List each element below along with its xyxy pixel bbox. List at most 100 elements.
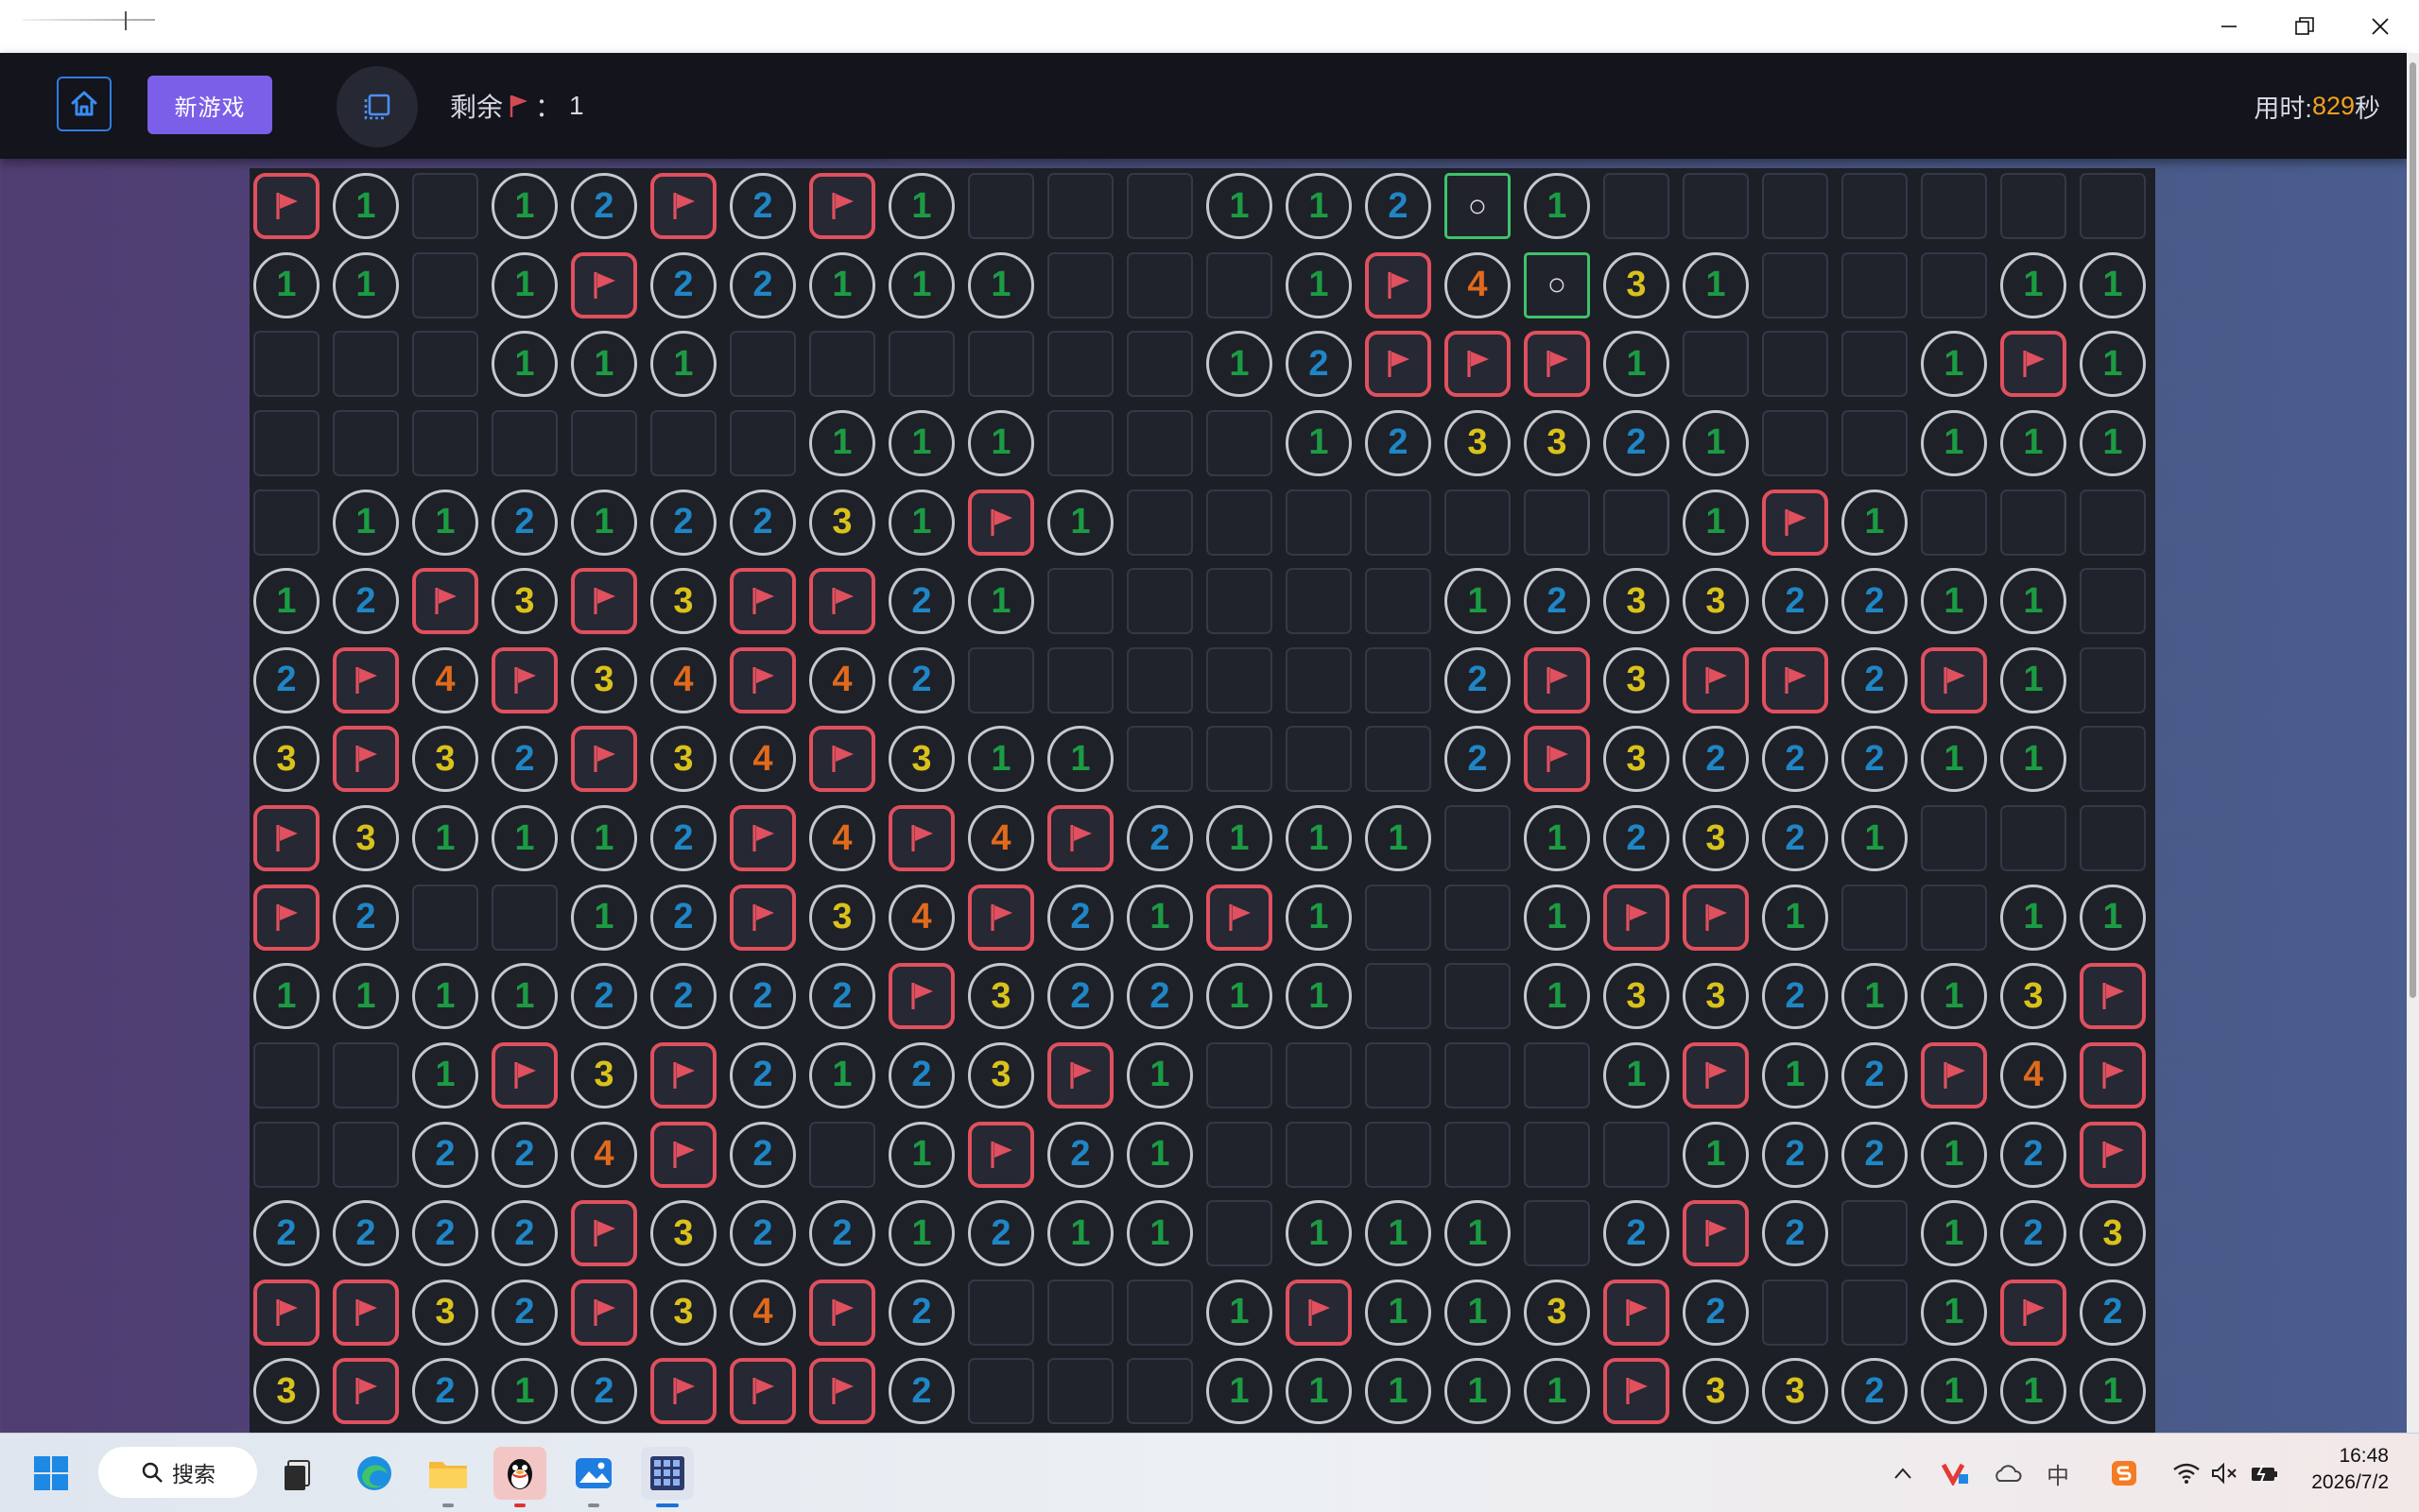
flagged-cell[interactable]	[1603, 1279, 1669, 1346]
number-cell[interactable]: 1	[492, 963, 558, 1030]
empty-cell[interactable]	[1206, 1041, 1272, 1108]
empty-cell[interactable]	[1206, 489, 1272, 556]
number-cell[interactable]: 3	[492, 568, 558, 635]
flagged-cell[interactable]	[1921, 646, 1987, 713]
empty-cell[interactable]	[1683, 173, 1749, 239]
number-cell[interactable]: 1	[1127, 884, 1193, 951]
flagged-cell[interactable]	[650, 1358, 717, 1425]
empty-cell[interactable]	[253, 1041, 320, 1108]
empty-cell[interactable]	[333, 1121, 399, 1188]
number-cell[interactable]: 2	[571, 173, 637, 239]
number-cell[interactable]: 1	[1286, 963, 1352, 1030]
number-cell[interactable]: 1	[1524, 805, 1590, 871]
number-cell[interactable]: 1	[1524, 963, 1590, 1030]
number-cell[interactable]: 4	[571, 1121, 637, 1188]
number-cell[interactable]: 1	[1683, 489, 1749, 556]
empty-cell[interactable]	[1365, 489, 1431, 556]
number-cell[interactable]: 3	[968, 963, 1034, 1030]
empty-cell[interactable]	[1047, 409, 1114, 476]
number-cell[interactable]: 1	[253, 251, 320, 318]
flagged-cell[interactable]	[1603, 1358, 1669, 1425]
number-cell[interactable]: 1	[2080, 1358, 2146, 1425]
number-cell[interactable]: 2	[730, 1121, 796, 1188]
volume-tray-icon[interactable]	[2208, 1454, 2240, 1492]
number-cell[interactable]: 3	[412, 726, 478, 793]
number-cell[interactable]: 3	[2000, 963, 2066, 1030]
number-cell[interactable]: 4	[889, 884, 955, 951]
number-cell[interactable]: 3	[809, 489, 875, 556]
number-cell[interactable]: 2	[730, 489, 796, 556]
number-cell[interactable]: 1	[412, 1041, 478, 1108]
number-cell[interactable]: 3	[1603, 726, 1669, 793]
input-method-tray-icon[interactable]: 中	[2042, 1454, 2074, 1492]
empty-cell[interactable]	[2080, 646, 2146, 713]
number-cell[interactable]: 2	[1762, 568, 1828, 635]
number-cell[interactable]: 1	[1683, 409, 1749, 476]
number-cell[interactable]: 4	[968, 805, 1034, 871]
empty-cell[interactable]	[1524, 489, 1590, 556]
empty-cell[interactable]	[1127, 409, 1193, 476]
flagged-cell[interactable]	[809, 726, 875, 793]
number-cell[interactable]: 1	[1921, 331, 1987, 398]
flagged-cell[interactable]	[253, 1279, 320, 1346]
number-cell[interactable]: 1	[2000, 251, 2066, 318]
number-cell[interactable]: 1	[1524, 173, 1590, 239]
flagged-cell[interactable]	[1683, 1041, 1749, 1108]
empty-cell[interactable]	[253, 489, 320, 556]
flagged-cell[interactable]	[730, 1358, 796, 1425]
empty-cell[interactable]	[1286, 1121, 1352, 1188]
number-cell[interactable]: 3	[889, 726, 955, 793]
number-cell[interactable]: 1	[968, 251, 1034, 318]
number-cell[interactable]: 1	[1921, 726, 1987, 793]
number-cell[interactable]: 1	[571, 331, 637, 398]
minimize-button[interactable]	[2191, 0, 2267, 53]
number-cell[interactable]: 2	[1047, 884, 1114, 951]
number-cell[interactable]: 1	[1841, 805, 1908, 871]
number-cell[interactable]: 4	[809, 646, 875, 713]
flagged-cell[interactable]	[2080, 963, 2146, 1030]
number-cell[interactable]: 1	[1524, 884, 1590, 951]
flagged-cell[interactable]	[730, 568, 796, 635]
empty-cell[interactable]	[1365, 884, 1431, 951]
empty-cell[interactable]	[1047, 1279, 1114, 1346]
number-cell[interactable]: 1	[1286, 251, 1352, 318]
empty-cell[interactable]	[809, 331, 875, 398]
empty-cell[interactable]	[1127, 1279, 1193, 1346]
start-button[interactable]	[25, 1447, 78, 1500]
number-cell[interactable]: 4	[730, 726, 796, 793]
number-cell[interactable]: 1	[253, 568, 320, 635]
number-cell[interactable]: 1	[889, 1121, 955, 1188]
number-cell[interactable]: 3	[1762, 1358, 1828, 1425]
empty-cell[interactable]	[1762, 1279, 1828, 1346]
empty-cell[interactable]	[968, 1279, 1034, 1346]
number-cell[interactable]: 3	[1683, 568, 1749, 635]
empty-cell[interactable]	[412, 884, 478, 951]
number-cell[interactable]: 2	[730, 173, 796, 239]
flagged-cell[interactable]	[333, 1358, 399, 1425]
empty-cell[interactable]	[1206, 409, 1272, 476]
empty-cell[interactable]	[1841, 884, 1908, 951]
number-cell[interactable]: 2	[492, 1279, 558, 1346]
number-cell[interactable]: 2	[1603, 805, 1669, 871]
empty-cell[interactable]	[1921, 805, 1987, 871]
number-cell[interactable]: 1	[889, 409, 955, 476]
empty-cell[interactable]	[1603, 173, 1669, 239]
number-cell[interactable]: 1	[2000, 1358, 2066, 1425]
number-cell[interactable]: 1	[1206, 963, 1272, 1030]
number-cell[interactable]: 1	[1683, 251, 1749, 318]
empty-cell[interactable]	[333, 1041, 399, 1108]
empty-cell[interactable]	[1444, 963, 1511, 1030]
number-cell[interactable]: 1	[1444, 1200, 1511, 1267]
number-cell[interactable]: 2	[2000, 1200, 2066, 1267]
empty-cell[interactable]	[2000, 805, 2066, 871]
empty-cell[interactable]	[1841, 1200, 1908, 1267]
flagged-cell[interactable]	[730, 805, 796, 871]
empty-cell[interactable]	[1365, 568, 1431, 635]
empty-cell[interactable]	[730, 331, 796, 398]
empty-cell[interactable]	[333, 409, 399, 476]
number-cell[interactable]: 3	[650, 1200, 717, 1267]
empty-cell[interactable]	[1762, 251, 1828, 318]
task-view-button[interactable]	[272, 1447, 325, 1500]
flagged-cell[interactable]	[809, 173, 875, 239]
number-cell[interactable]: 4	[1444, 251, 1511, 318]
